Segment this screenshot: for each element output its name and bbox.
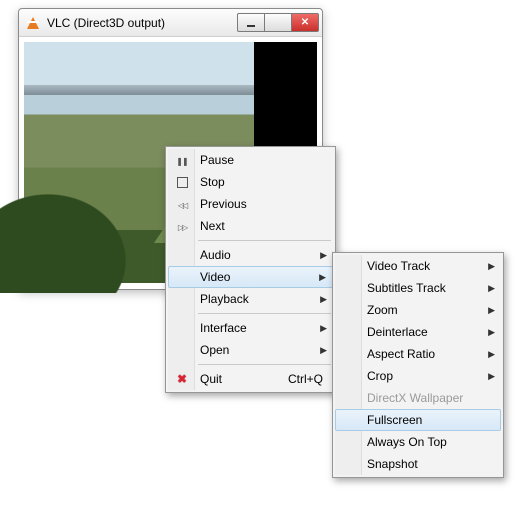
menu-label: Pause [200,153,234,167]
menu-label: Video [200,270,230,284]
submenu-item-aspect-ratio[interactable]: Aspect Ratio ▶ [335,343,501,365]
menu-item-interface[interactable]: Interface ▶ [168,317,333,339]
accelerator: Ctrl+Q [288,372,323,386]
menu-item-previous[interactable]: Previous [168,193,333,215]
submenu-item-video-track[interactable]: Video Track ▶ [335,255,501,277]
menu-label: Snapshot [367,457,418,471]
next-icon [173,215,191,237]
pause-icon [173,149,191,171]
menu-item-playback[interactable]: Playback ▶ [168,288,333,310]
submenu-item-deinterlace[interactable]: Deinterlace ▶ [335,321,501,343]
titlebar[interactable]: VLC (Direct3D output) [19,9,322,37]
submenu-item-fullscreen[interactable]: Fullscreen [335,409,501,431]
separator [198,364,331,365]
menu-label: Deinterlace [367,325,428,339]
menu-label: Next [200,219,225,233]
menu-label: Interface [200,321,247,335]
submenu-item-zoom[interactable]: Zoom ▶ [335,299,501,321]
submenu-arrow-icon: ▶ [319,267,326,287]
submenu-arrow-icon: ▶ [488,321,495,343]
menu-label: Subtitles Track [367,281,446,295]
minimize-button[interactable] [237,13,265,32]
menu-item-open[interactable]: Open ▶ [168,339,333,361]
maximize-button[interactable] [264,13,292,32]
menu-item-video[interactable]: Video ▶ [168,266,333,288]
menu-label: Crop [367,369,393,383]
window-title: VLC (Direct3D output) [47,16,238,30]
quit-icon [173,368,191,390]
menu-label: Quit [200,372,222,386]
menu-label: Always On Top [367,435,447,449]
submenu-item-directx-wallpaper: DirectX Wallpaper [335,387,501,409]
decoration [27,225,51,241]
submenu-arrow-icon: ▶ [488,255,495,277]
menu-item-audio[interactable]: Audio ▶ [168,244,333,266]
submenu-arrow-icon: ▶ [320,339,327,361]
submenu-arrow-icon: ▶ [320,317,327,339]
submenu-arrow-icon: ▶ [488,365,495,387]
separator [198,313,331,314]
submenu-arrow-icon: ▶ [488,299,495,321]
menu-label: Video Track [367,259,430,273]
menu-label: Audio [200,248,231,262]
submenu-item-subtitles-track[interactable]: Subtitles Track ▶ [335,277,501,299]
menu-label: Zoom [367,303,398,317]
previous-icon [173,193,191,215]
menu-label: DirectX Wallpaper [367,391,463,405]
submenu-item-crop[interactable]: Crop ▶ [335,365,501,387]
menu-label: Aspect Ratio [367,347,435,361]
video-submenu: Video Track ▶ Subtitles Track ▶ Zoom ▶ D… [332,252,504,478]
stop-icon [173,171,191,193]
window-buttons [238,13,322,32]
submenu-item-snapshot[interactable]: Snapshot [335,453,501,475]
menu-item-quit[interactable]: Quit Ctrl+Q [168,368,333,390]
context-menu: Pause Stop Previous Next Audio ▶ Video ▶… [165,146,336,393]
menu-label: Previous [200,197,247,211]
submenu-arrow-icon: ▶ [488,277,495,299]
menu-label: Stop [200,175,225,189]
menu-item-next[interactable]: Next [168,215,333,237]
separator [198,240,331,241]
submenu-item-always-on-top[interactable]: Always On Top [335,431,501,453]
vlc-cone-icon [25,15,41,31]
submenu-arrow-icon: ▶ [488,343,495,365]
menu-label: Fullscreen [367,413,422,427]
submenu-arrow-icon: ▶ [320,288,327,310]
submenu-arrow-icon: ▶ [320,244,327,266]
menu-item-stop[interactable]: Stop [168,171,333,193]
menu-item-pause[interactable]: Pause [168,149,333,171]
menu-label: Open [200,343,229,357]
menu-label: Playback [200,292,249,306]
close-button[interactable] [291,13,319,32]
